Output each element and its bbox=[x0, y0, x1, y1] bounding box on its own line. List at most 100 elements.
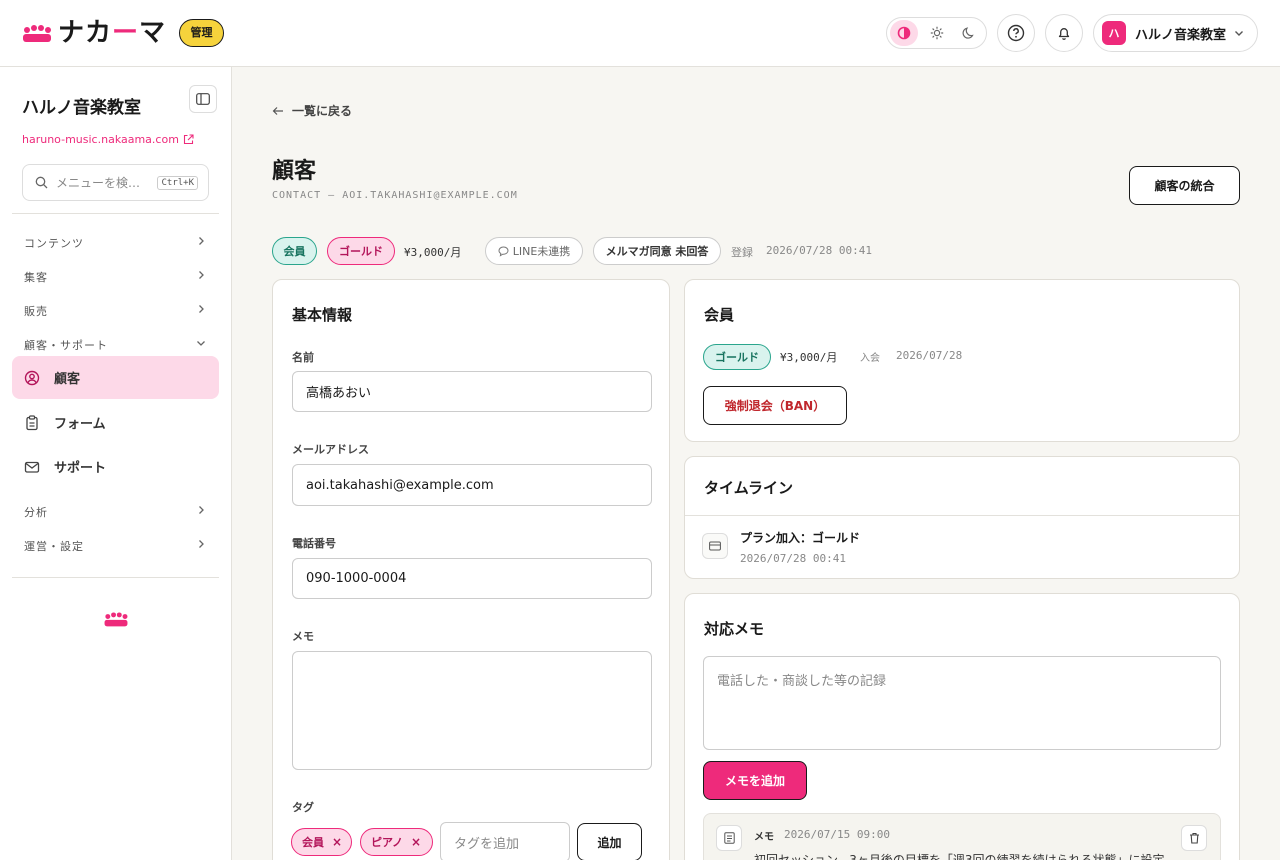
membership-price: ¥3,000/月 bbox=[780, 351, 838, 364]
section-label: 分析 bbox=[24, 506, 48, 519]
chevron-right-icon bbox=[199, 271, 204, 279]
sidebar: ハルノ音楽教室 haruno-music.nakaama.com メニューを検…… bbox=[0, 67, 232, 860]
clipboard-icon bbox=[26, 414, 38, 430]
sidebar-item-label: 顧客 bbox=[54, 372, 81, 387]
sidebar-divider bbox=[12, 577, 219, 578]
search-icon bbox=[35, 176, 48, 189]
logo-text: ナカーマ bbox=[58, 18, 167, 48]
notes-card: 対応メモ 電話した・商談した等の記録 メモを追加 メモ 2026/07/15 0… bbox=[684, 593, 1240, 860]
bell-icon bbox=[1058, 28, 1070, 40]
menu-search-input[interactable]: メニューを検… Ctrl+K bbox=[22, 164, 209, 201]
arrow-left-icon bbox=[272, 106, 283, 115]
email-label: メールアドレス bbox=[292, 443, 369, 456]
sidebar-section-analytics[interactable]: 分析 bbox=[24, 504, 206, 520]
phone-label: 電話番号 bbox=[292, 537, 336, 550]
basic-info-card: 基本情報 名前 高橋あおい メールアドレス aoi.takahashi@exam… bbox=[272, 279, 670, 860]
sun-icon bbox=[930, 26, 944, 40]
credit-card-icon bbox=[709, 541, 721, 551]
mail-icon bbox=[24, 461, 40, 473]
user-circle-icon bbox=[24, 370, 40, 385]
chevron-down-icon bbox=[1235, 31, 1243, 36]
chat-bubble-icon bbox=[498, 245, 509, 257]
joined-date: 2026/07/28 bbox=[896, 349, 963, 362]
line-status-chip: LINE未連携 bbox=[485, 237, 583, 265]
notifications-button[interactable] bbox=[1045, 14, 1083, 52]
page-title: 顧客 bbox=[272, 159, 317, 184]
membership-plan-chip: ゴールド bbox=[703, 344, 771, 370]
community-logo-icon bbox=[23, 25, 51, 42]
line-status-label: LINE未連携 bbox=[512, 245, 571, 258]
chevron-right-icon bbox=[199, 305, 204, 313]
account-name: ハルノ音楽教室 bbox=[1135, 27, 1227, 43]
note-entry: メモ 2026/07/15 09:00 初回セッション。3ヶ月後の目標を「週3回… bbox=[703, 813, 1221, 860]
note-time: 2026/07/15 09:00 bbox=[784, 828, 890, 841]
sidebar-item-label: フォーム bbox=[54, 417, 106, 432]
plan-chip: ゴールド bbox=[327, 237, 395, 265]
account-menu-button[interactable]: ハ ハルノ音楽教室 bbox=[1093, 14, 1258, 52]
memo-textarea[interactable] bbox=[292, 651, 652, 770]
search-shortcut-badge: Ctrl+K bbox=[157, 176, 198, 190]
sidebar-section-marketing[interactable]: 集客 bbox=[24, 269, 206, 285]
sidebar-divider bbox=[12, 213, 219, 214]
tag-label: ピアノ bbox=[371, 836, 404, 849]
merge-customer-button[interactable]: 顧客の統合 bbox=[1129, 166, 1240, 205]
site-url-link[interactable]: haruno-music.nakaama.com bbox=[22, 133, 194, 146]
help-button[interactable] bbox=[997, 14, 1035, 52]
trash-icon bbox=[1189, 832, 1199, 844]
remove-tag-button[interactable]: × bbox=[332, 835, 342, 849]
newsletter-consent-chip: メルマガ同意 未回答 bbox=[593, 237, 721, 265]
sidebar-item-customers[interactable]: 顧客 bbox=[12, 356, 219, 399]
page-subtitle: CONTACT — AOI.TAKAHASHI@EXAMPLE.COM bbox=[272, 190, 518, 201]
sidebar-item-forms[interactable]: フォーム bbox=[12, 401, 219, 444]
add-tag-button[interactable]: 追加 bbox=[577, 823, 642, 860]
admin-badge: 管理 bbox=[179, 19, 224, 47]
force-ban-button[interactable]: 強制退会（BAN） bbox=[703, 386, 847, 425]
chevron-right-icon bbox=[199, 540, 204, 548]
delete-note-button[interactable] bbox=[1181, 825, 1207, 851]
account-avatar: ハ bbox=[1102, 21, 1126, 45]
theme-toggle bbox=[886, 17, 987, 49]
email-input[interactable]: aoi.takahashi@example.com bbox=[292, 464, 652, 506]
name-label: 名前 bbox=[292, 351, 314, 364]
sidebar-collapse-button[interactable] bbox=[189, 85, 217, 113]
sidebar-section-operations[interactable]: 運営・設定 bbox=[24, 538, 206, 554]
theme-auto-button[interactable] bbox=[890, 20, 918, 46]
section-label: 集客 bbox=[24, 271, 48, 284]
external-link-icon bbox=[183, 134, 194, 145]
chevron-right-icon bbox=[199, 506, 204, 514]
logo[interactable]: ナカーマ bbox=[22, 17, 166, 49]
section-label: コンテンツ bbox=[24, 237, 84, 250]
remove-tag-button[interactable]: × bbox=[411, 835, 421, 849]
timeline-title: タイムライン bbox=[704, 479, 793, 497]
sidebar-item-label: サポート bbox=[54, 461, 107, 476]
timeline-event-title: プラン加入：ゴールド bbox=[740, 531, 861, 545]
theme-light-button[interactable] bbox=[923, 20, 951, 46]
sidebar-section-sales[interactable]: 販売 bbox=[24, 303, 206, 319]
sidebar-section-contents[interactable]: コンテンツ bbox=[24, 235, 206, 251]
site-url-text: haruno-music.nakaama.com bbox=[22, 133, 179, 146]
help-icon bbox=[1007, 24, 1025, 42]
name-input[interactable]: 高橋あおい bbox=[292, 371, 652, 412]
basic-info-title: 基本情報 bbox=[292, 306, 353, 324]
registered-date: 2026/07/28 00:41 bbox=[766, 244, 872, 257]
document-icon bbox=[723, 832, 735, 844]
note-icon-box bbox=[716, 825, 742, 851]
tag-input[interactable]: タグを追加 bbox=[440, 822, 570, 860]
note-textarea[interactable]: 電話した・商談した等の記録 bbox=[703, 656, 1221, 750]
notes-title: 対応メモ bbox=[704, 620, 765, 638]
moon-icon bbox=[962, 27, 974, 39]
tag-label: 会員 bbox=[302, 836, 324, 849]
chevron-right-icon bbox=[199, 237, 204, 245]
phone-input[interactable]: 090-1000-0004 bbox=[292, 558, 652, 599]
section-label: 運営・設定 bbox=[24, 540, 84, 553]
sidebar-panel-icon bbox=[196, 93, 210, 105]
theme-dark-button[interactable] bbox=[955, 20, 983, 46]
timeline-divider bbox=[685, 515, 1239, 516]
community-logo-icon bbox=[104, 612, 128, 627]
membership-title: 会員 bbox=[704, 306, 735, 324]
sidebar-section-customer-support[interactable]: 顧客・サポート bbox=[24, 337, 206, 353]
sidebar-item-support[interactable]: サポート bbox=[12, 445, 219, 488]
back-to-list-link[interactable]: 一覧に戻る bbox=[272, 102, 352, 119]
tag-member: 会員 × bbox=[291, 828, 352, 856]
add-note-button[interactable]: メモを追加 bbox=[703, 761, 807, 800]
